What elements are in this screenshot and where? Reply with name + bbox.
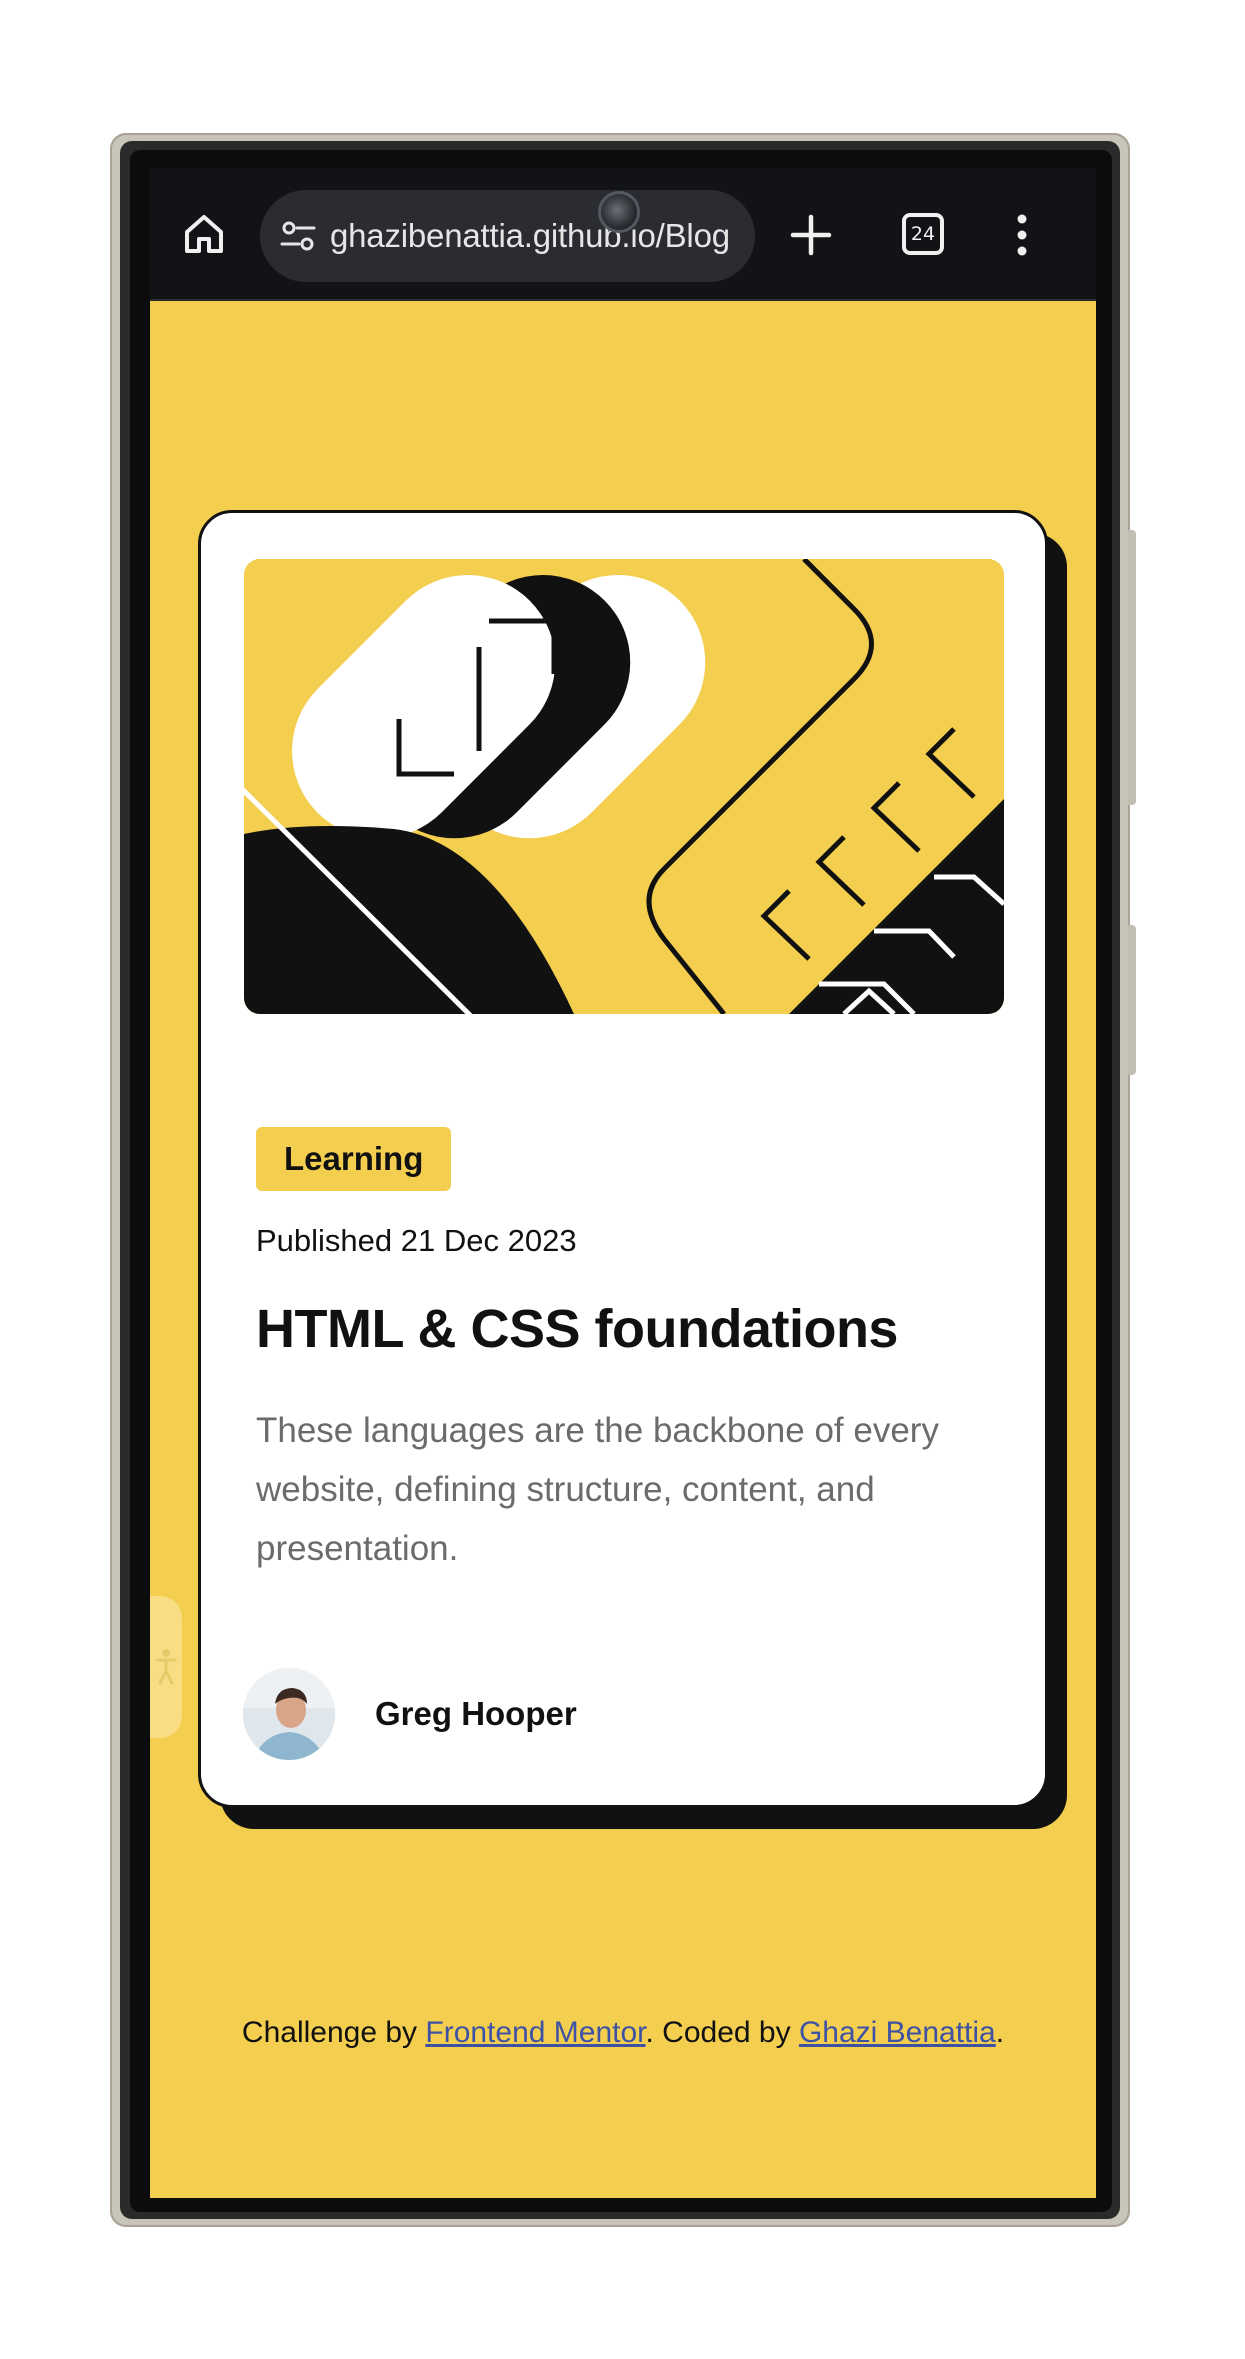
home-button[interactable] xyxy=(180,210,228,258)
home-icon xyxy=(185,215,223,253)
url-text: ghazibenattia.github.io/Blog-P xyxy=(330,217,730,254)
author-name: Greg Hooper xyxy=(375,1695,577,1732)
browser-toolbar: ghazibenattia.github.io/Blog-P 24 xyxy=(150,168,1096,301)
front-camera xyxy=(598,191,640,233)
author: Greg Hooper xyxy=(243,1668,577,1760)
phone-power-button xyxy=(1128,925,1136,1075)
category-badge: Learning xyxy=(256,1127,452,1191)
more-vert-icon[interactable] xyxy=(1012,212,1032,258)
tab-count: 24 xyxy=(910,223,936,245)
address-bar[interactable]: ghazibenattia.github.io/Blog-P xyxy=(260,190,755,282)
plus-icon[interactable] xyxy=(788,212,834,258)
card-description: These languages are the backbone of ever… xyxy=(256,1411,939,1568)
attribution-middle: . Coded by xyxy=(645,2016,799,2049)
phone-volume-button xyxy=(1128,530,1136,805)
screen: ghazibenattia.github.io/Blog-P 24 Learni… xyxy=(150,168,1096,2198)
avatar xyxy=(243,1668,335,1760)
published-date: Published 21 Dec 2023 xyxy=(256,1223,577,1258)
tabs-button[interactable]: 24 xyxy=(902,213,944,255)
attribution-prefix: Challenge by xyxy=(241,2016,426,2049)
card-illustration xyxy=(244,559,1004,1014)
blog-preview-card[interactable]: Learning Published 21 Dec 2023 HTML & CS… xyxy=(198,510,1048,1808)
card-title[interactable]: HTML & CSS foundations xyxy=(256,1298,898,1360)
accessibility-tab[interactable] xyxy=(150,1596,182,1738)
author-link[interactable]: Ghazi Benattia xyxy=(799,2016,996,2049)
attribution: Challenge by Frontend Mentor. Coded by G… xyxy=(150,2016,1096,2050)
accessibility-icon xyxy=(155,1649,177,1685)
frontend-mentor-link[interactable]: Frontend Mentor xyxy=(425,2016,645,2049)
attribution-suffix: . xyxy=(995,2016,1005,2049)
tune-icon[interactable] xyxy=(278,216,318,256)
